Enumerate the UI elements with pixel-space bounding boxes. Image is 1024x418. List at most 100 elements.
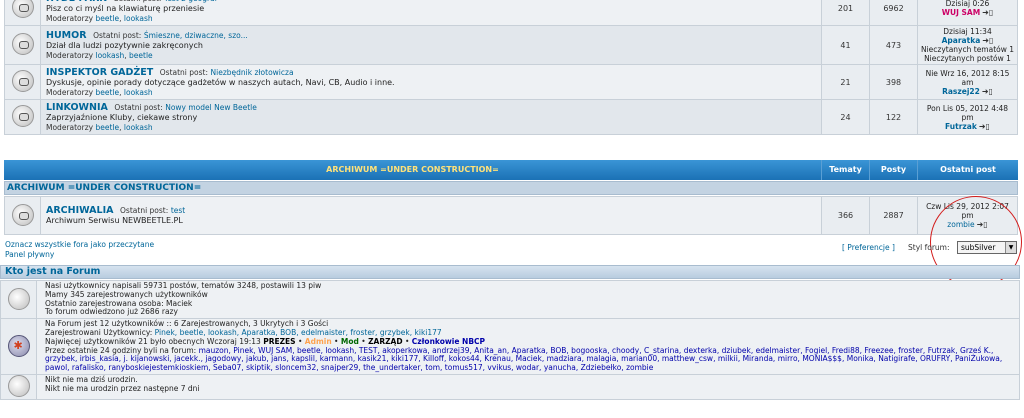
last-post-author-link[interactable]: WUJ SAM [942,8,980,17]
last-post-topic-link[interactable]: Test 2 geograf [164,0,217,3]
forum-list: HYDE PARK Ostatni post: Test 2 geograf P… [4,0,1018,135]
moderators-label: Moderatorzy [46,51,94,60]
stats-line: Ostatnio zarejestrowana osoba: Maciek [45,298,193,308]
stats-icon [7,287,30,310]
moderators-label: Moderatorzy [46,14,94,23]
last-post-topic-link[interactable]: Niezbędnik złotowicza [211,68,294,77]
goto-last-post-icon[interactable]: ➜▯ [982,8,993,17]
forum-row-archiwalia: ARCHIWALIA Ostatni post: test Archiwum S… [4,196,1018,235]
forum-last-post-cell: Dzisiaj 0:26 WUJ SAM ➜▯ [917,0,1018,26]
last-post-author-link[interactable]: Raszej22 [942,87,980,96]
goto-last-post-icon[interactable]: ➜▯ [982,36,993,45]
forum-posts-count: 398 [869,64,918,100]
last-post-label: Ostatni post: [114,103,163,112]
moderator-link[interactable]: lookash [124,88,153,97]
online-text: Na Forum jest 12 użytkowników :: 6 Zarej… [36,318,1020,375]
birthday-row: Nikt nie ma dziś urodzin. Nikt nie ma ur… [0,373,1020,400]
forum-status-cell [4,64,41,100]
legend-mod: Mod [340,336,359,346]
forum-read-icon [11,203,34,226]
goto-last-post-icon[interactable]: ➜▯ [979,122,990,131]
forum-name-link[interactable]: HUMOR [46,30,87,41]
style-select-value: subSilver [961,243,996,252]
mark-all-read-link[interactable]: Oznacz wszystkie fora jako przeczytane [5,240,154,249]
who-is-online-table: Nasi użytkownicy napisali 59731 postów, … [0,279,1020,400]
who-is-online-header[interactable]: Kto jest na Forum [0,265,1020,279]
moderator-link[interactable]: lookash [124,14,153,23]
forum-row: HUMOR Ostatni post: Śmieszne, dziwaczne,… [4,25,1018,65]
legend-prezes: PREZES [263,336,296,346]
last-post-topic-link[interactable]: Śmieszne, dziwaczne, szo... [144,31,248,40]
forum-description: Pisz co ci myśl na klawiaturę przeniesie [46,4,205,13]
forum-row: INSPEKTOR GADŻET Ostatni post: Niezbędni… [4,64,1018,100]
moderator-link[interactable]: beetle [96,14,120,23]
chevron-down-icon[interactable]: ▼ [1005,242,1016,253]
legend-admin: Admin [304,336,332,346]
last-post-topic-link[interactable]: test [171,206,185,215]
forum-info-cell: HUMOR Ostatni post: Śmieszne, dziwaczne,… [40,25,822,65]
goto-last-post-icon[interactable]: ➜▯ [982,87,993,96]
forum-info-cell: HYDE PARK Ostatni post: Test 2 geograf P… [40,0,822,26]
forum-posts-count: 122 [869,99,918,135]
forum-topics-count: 24 [821,99,870,135]
forum-last-post-cell: Pon Lis 05, 2012 4:48 pm Futrzak ➜▯ [917,99,1018,135]
last-post-topic-link[interactable]: Nowy model New Beetle [165,103,257,112]
registered-users-list[interactable]: Pinek, beetle, lookash, Aparatka, BOB, e… [155,328,442,337]
forum-name-link[interactable]: ARCHIWALIA [46,205,113,216]
birthday-icon [7,374,30,397]
forum-info-cell: LINKOWNIA Ostatni post: Nowy model New B… [40,99,822,135]
panel-link[interactable]: Panel pływny [5,250,54,259]
last-post-author-link[interactable]: Futrzak [945,122,977,131]
last-post-time: Dzisiaj 0:26 [945,0,990,8]
forum-status-cell [4,196,41,235]
online-record: Najwięcej użytkowników 21 było obecnych … [45,336,261,346]
forum-row: HYDE PARK Ostatni post: Test 2 geograf P… [4,0,1018,26]
birthday-text: Nikt nie ma dziś urodzin. Nikt nie ma ur… [36,373,1020,400]
moderator-link[interactable]: beetle [96,123,120,132]
forum-description: Archiwum Serwisu NEWBEETLE.PL [46,216,183,225]
forum-description: Dyskusje, opinie porady dotyczące gadżet… [46,78,395,87]
stats-text: Nasi użytkownicy napisali 59731 postów, … [36,279,1020,320]
unread-count: Nieczytanych postów 1 [924,54,1011,63]
forum-info-cell: ARCHIWALIA Ostatni post: test Archiwum S… [40,196,822,235]
forum-status-cell [4,99,41,135]
last-post-author-link[interactable]: Aparatka [942,36,981,45]
archive-category-link[interactable]: ARCHIWUM =UNDER CONSTRUCTION= [4,181,1018,195]
forum-last-post-cell: Nie Wrz 16, 2012 8:15 am Raszej22 ➜▯ [917,64,1018,100]
forum-description: Zaprzyjaźnione Kluby, ciekawe strony [46,113,198,122]
forum-posts-count: 6962 [869,0,918,26]
moderator-link[interactable]: lookash [124,123,153,132]
last-post-label: Ostatni post: [159,68,208,77]
moderators-label: Moderatorzy [46,123,94,132]
topics-column-header: Tematy [822,160,870,180]
forum-description: Dział dla ludzi pozytywnie zakręconych [46,41,203,50]
forum-info-cell: INSPEKTOR GADŻET Ostatni post: Niezbędni… [40,64,822,100]
posts-column-header: Posty [870,160,918,180]
registered-label: Zarejestrowani Użytkownicy: [45,327,153,337]
users-online-icon [7,334,30,357]
last-post-label: Ostatni post: [120,206,169,215]
forum-style-select[interactable]: subSilver ▼ [957,241,1017,254]
stats-line: To forum odwiedzono już 2686 razy [45,307,178,317]
last-post-time: Dzisiaj 11:34 [943,27,992,36]
archive-header-bar: ARCHIWUM =UNDER CONSTRUCTION= Tematy Pos… [4,160,1018,180]
moderator-link[interactable]: beetle [96,88,120,97]
stats-row: Nasi użytkownicy napisali 59731 postów, … [0,279,1020,320]
forum-name-link[interactable]: LINKOWNIA [46,102,108,113]
stats-icon-cell [0,279,37,320]
forum-topics-count: 41 [821,25,870,65]
moderator-link[interactable]: lookash [96,51,125,60]
forum-name-link[interactable]: INSPEKTOR GADŻET [46,67,153,78]
birthday-week: Nikt nie ma urodzin przez następne 7 dni [45,383,200,393]
archive-header-title[interactable]: ARCHIWUM =UNDER CONSTRUCTION= [4,160,822,180]
forum-read-icon [11,70,34,92]
style-label: Styl forum: [908,243,950,252]
forum-read-icon [11,33,34,55]
moderator-link[interactable]: beetle [129,51,153,60]
forum-status-cell [4,25,41,65]
legend-members: Członkowie NBCP [411,336,486,346]
unread-count: Nieczytanych tematów 1 [920,45,1015,54]
preferences-link[interactable]: [ Preferencje ] [842,243,895,252]
forum-topics-count: 366 [821,196,870,235]
forum-posts-count: 473 [869,25,918,65]
